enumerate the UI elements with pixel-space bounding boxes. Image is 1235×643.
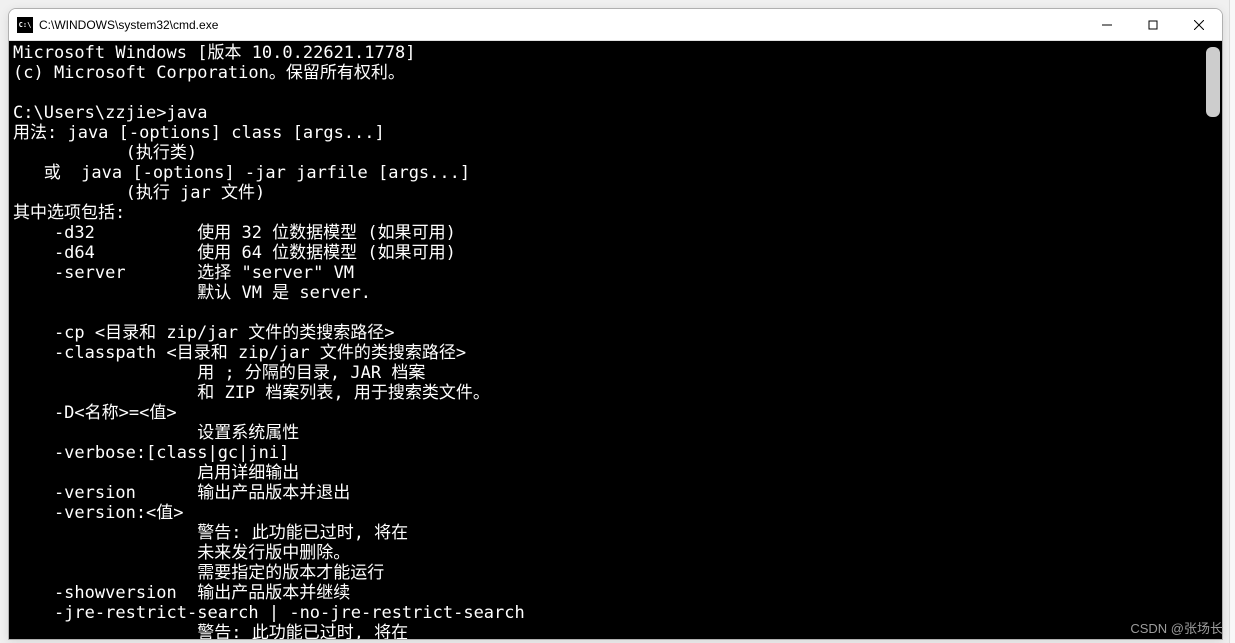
maximize-button[interactable] [1130, 9, 1176, 40]
terminal-text: Microsoft Windows [版本 10.0.22621.1778] (… [13, 43, 525, 639]
terminal-output[interactable]: Microsoft Windows [版本 10.0.22621.1778] (… [9, 41, 1222, 639]
outer-edge [1229, 0, 1235, 643]
maximize-icon [1148, 20, 1158, 30]
minimize-icon [1102, 20, 1112, 30]
titlebar[interactable]: C:\ C:\WINDOWS\system32\cmd.exe [9, 9, 1222, 41]
cmd-window: C:\ C:\WINDOWS\system32\cmd.exe Microsof… [8, 8, 1223, 640]
window-controls [1084, 9, 1222, 40]
minimize-button[interactable] [1084, 9, 1130, 40]
cmd-icon-text: C:\ [19, 21, 32, 29]
close-icon [1194, 20, 1204, 30]
scrollbar-thumb[interactable] [1206, 47, 1220, 117]
cmd-icon: C:\ [17, 17, 33, 33]
close-button[interactable] [1176, 9, 1222, 40]
window-title: C:\WINDOWS\system32\cmd.exe [39, 18, 1084, 32]
watermark: CSDN @张场长 [1130, 618, 1223, 637]
